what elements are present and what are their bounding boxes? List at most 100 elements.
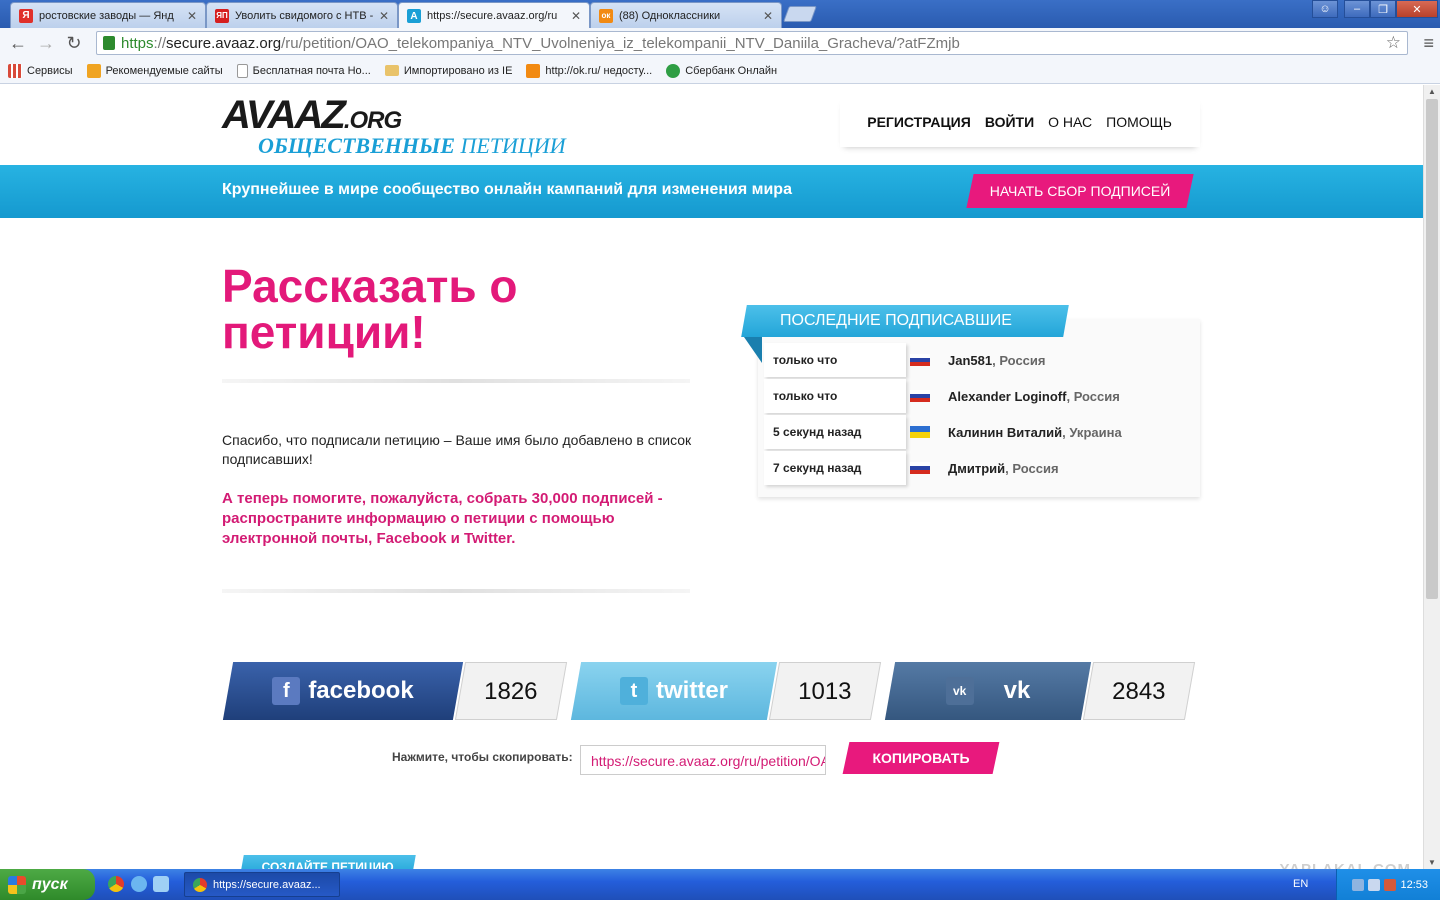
create-petition-label: СОЗДАЙТЕ ПЕТИЦИЮ [261,860,394,869]
tab-odnoklassniki[interactable]: ок (88) Одноклассники ✕ [590,2,782,28]
copy-button[interactable]: КОПИРОВАТЬ [842,742,1000,774]
bookmark-star-icon[interactable]: ☆ [1386,33,1401,53]
chrome-icon [193,877,207,892]
signer-country: Россия [999,352,1046,368]
minimize-icon[interactable]: – [1344,0,1370,18]
facebook-label: facebook [308,677,414,704]
chrome-quicklaunch-icon[interactable] [108,876,124,892]
thanks-text: Спасибо, что подписали петицию – Ваше им… [222,432,692,467]
close-icon[interactable]: ✕ [187,9,197,23]
twitter-share-count: 1013 [768,662,882,720]
bookmark-item[interactable]: http://ok.ru/ недосту... [526,63,653,78]
nav-help[interactable]: ПОМОЩЬ [1106,114,1172,130]
folder-icon [384,65,399,76]
os-taskbar: пуск https://secure.avaaz... EN 12:53 [0,869,1440,900]
logo-subtitle-bold: ОБЩЕСТВЕННЫЕ [258,133,455,158]
logo-main: AVAAZ [222,93,346,137]
signer-row: 5 секунд назад Калинин Виталий, Украина [764,415,1194,449]
twitter-share-button[interactable]: t twitter [570,662,778,720]
nav-login[interactable]: ВОЙТИ [985,114,1034,130]
signer-row: только что Jan581, Россия [764,343,1194,377]
new-tab-button[interactable] [783,6,817,22]
signer-name: Дмитрий [948,460,1006,476]
menu-icon[interactable]: ≡ [1423,33,1434,54]
bookmark-item[interactable]: Бесплатная почта Но... [236,63,371,78]
nav-register[interactable]: РЕГИСТРАЦИЯ [867,114,971,130]
facebook-icon: f [272,677,301,705]
signer-name: Alexander Loginoff [948,388,1067,404]
facebook-share-button[interactable]: f facebook [222,662,464,720]
close-icon[interactable]: ✕ [379,9,389,23]
forward-arrow-icon[interactable]: → [32,33,60,54]
tab-label: https://secure.avaaz.org/ru [427,10,558,22]
scroll-up-icon[interactable]: ▲ [1424,87,1440,96]
yandex-icon: Я [19,8,33,23]
clock: 12:53 [1400,878,1428,891]
vk-label: vk [1003,677,1031,704]
avaaz-logo[interactable]: AVAAZ.ORG ОБЩЕСТВЕННЫЕ ПЕТИЦИИ [222,93,566,158]
taskbar-chrome-window[interactable]: https://secure.avaaz... [184,872,340,897]
copy-button-label: КОПИРОВАТЬ [872,750,970,766]
signer-country: Россия [1073,388,1120,404]
russia-flag-icon [910,354,930,366]
ie-alt-quicklaunch-icon[interactable] [153,876,169,892]
signer-country: Украина [1069,424,1122,440]
scrollbar-thumb[interactable] [1426,99,1438,599]
vertical-scrollbar[interactable]: ▲ ▼ [1423,85,1440,869]
reload-icon[interactable]: ↻ [60,33,88,54]
tab-yaplakal[interactable]: ЯП Уволить свидомого с НТВ - ✕ [206,2,398,28]
bookmark-label: http://ok.ru/ недосту... [545,64,653,77]
petition-url-field[interactable]: https://secure.avaaz.org/ru/petition/OAO… [580,745,826,775]
start-petition-label: НАЧАТЬ СБОР ПОДПИСЕЙ [989,183,1171,199]
create-petition-tab[interactable]: СОЗДАЙТЕ ПЕТИЦИЮ [240,855,416,869]
bookmark-label: Рекомендуемые сайты [105,64,223,77]
bookmarks-bar: Сервисы Рекомендуемые сайты Бесплатная п… [0,58,1440,84]
bookmark-item[interactable]: Сервисы [8,63,73,78]
volume-icon[interactable] [1368,878,1381,891]
start-petition-button[interactable]: НАЧАТЬ СБОР ПОДПИСЕЙ [966,174,1194,208]
close-icon[interactable]: ✕ [571,9,581,23]
signer-row: 7 секунд назад Дмитрий, Россия [764,451,1194,485]
close-window-icon[interactable]: ✕ [1396,0,1438,18]
twitter-label: twitter [656,677,728,704]
divider [222,379,690,383]
share-count-value: 2843 [1112,678,1166,705]
lock-icon [103,36,115,50]
back-arrow-icon[interactable]: ← [4,33,32,54]
tab-yandex[interactable]: Я ростовские заводы — Янд ✕ [10,2,206,28]
share-row: f facebook 1826 t twitter 1013 vk vk 2843 [0,662,1423,720]
bookmark-item[interactable]: Импортировано из IE [384,65,512,77]
signer-time: 7 секунд назад [764,451,906,485]
start-button[interactable]: пуск [0,869,95,900]
nav-about[interactable]: О НАС [1048,114,1092,130]
maximize-icon[interactable]: ❐ [1370,0,1396,18]
bookmark-item[interactable]: Сбербанк Онлайн [666,63,778,78]
close-icon[interactable]: ✕ [763,9,773,23]
url-scheme: https [121,34,154,52]
url-host: secure.avaaz.org [166,34,282,52]
security-icon[interactable] [1384,878,1397,891]
user-icon[interactable]: ☺ [1312,0,1338,18]
bookmark-label: Сервисы [27,64,73,77]
page-icon [236,63,248,78]
network-icon[interactable] [1352,878,1365,891]
share-count-value: 1826 [484,678,538,705]
bookmark-item[interactable]: Рекомендуемые сайты [86,63,223,78]
scroll-down-icon[interactable]: ▼ [1424,858,1440,867]
share-request-text: А теперь помогите, пожалуйста, собрать 3… [222,490,663,547]
address-bar[interactable]: https://secure.avaaz.org/ru/petition/OAO… [96,31,1408,55]
language-indicator[interactable]: EN [1293,878,1308,890]
start-label: пуск [32,875,68,893]
tab-label: (88) Одноклассники [619,9,721,22]
tab-avaaz[interactable]: A https://secure.avaaz.org/ru ✕ [398,2,590,29]
taskbar-item-label: https://secure.avaaz... [213,878,321,891]
russia-flag-icon [910,390,930,402]
ie-quicklaunch-icon[interactable] [131,876,147,892]
logo-org: .ORG [343,107,402,134]
vk-share-count: 2843 [1082,662,1196,720]
windows-logo-icon [8,875,26,894]
sberbank-icon [666,63,681,78]
facebook-share-count: 1826 [454,662,568,720]
vk-share-button[interactable]: vk vk [884,662,1092,720]
bookmark-label: Сбербанк Онлайн [685,64,778,77]
